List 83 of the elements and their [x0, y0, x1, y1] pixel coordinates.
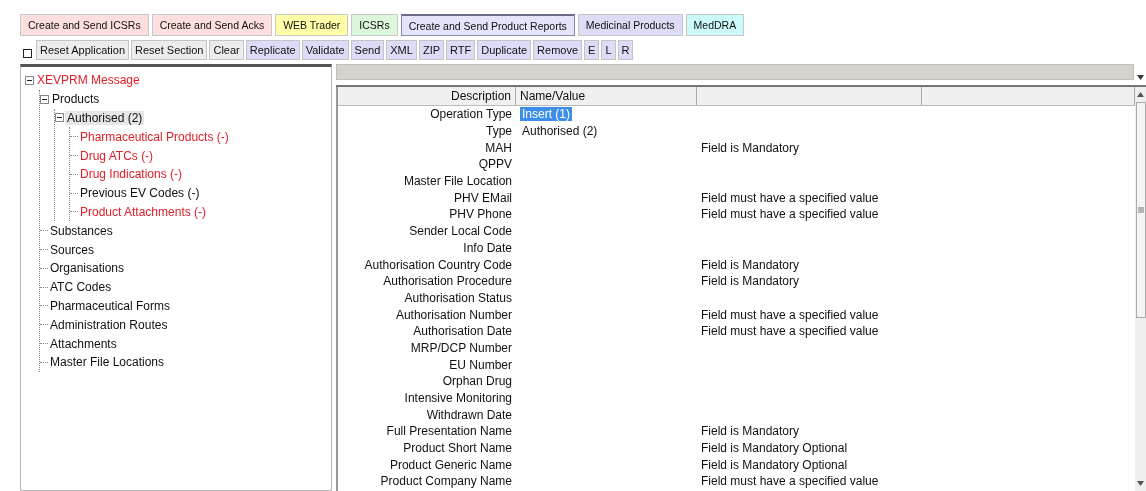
validation-message: Field must have a specified value: [701, 190, 879, 205]
field-label: Type: [486, 124, 512, 139]
field-label: EU Number: [449, 357, 512, 372]
toolbar-button[interactable]: Remove: [533, 40, 583, 60]
toolbar-button[interactable]: ZIP: [418, 40, 445, 60]
field-label: Orphan Drug: [442, 374, 512, 389]
tree-item[interactable]: Pharmaceutical Products (-): [78, 129, 231, 144]
field-label: Authorisation Number: [395, 307, 512, 322]
toolbar-button[interactable]: Replicate: [245, 40, 300, 60]
toolbar-button[interactable]: Duplicate: [477, 40, 532, 60]
field-label: QPPV: [478, 157, 512, 172]
tree-item[interactable]: Products: [50, 92, 102, 107]
validation-message: Field must have a specified value: [701, 474, 879, 489]
field-label: Operation Type: [430, 107, 512, 122]
validation-message: Field is Mandatory Optional: [701, 457, 848, 472]
column-header: Description: [338, 87, 516, 105]
tree-item[interactable]: Administration Routes: [48, 317, 170, 332]
validation-message: Field must have a specified value: [701, 207, 879, 222]
field-label: Authorisation Date: [413, 324, 512, 339]
field-label: Authorisation Status: [404, 290, 512, 305]
dropdown-arrow-icon[interactable]: [1136, 75, 1144, 80]
tree-item[interactable]: Drug ATCs (-): [78, 148, 156, 163]
tab[interactable]: ICSRs: [351, 14, 398, 36]
field-label: Authorisation Country Code: [364, 257, 512, 272]
tab[interactable]: MedDRA: [685, 14, 745, 36]
tree-item[interactable]: Product Attachments (-): [78, 204, 209, 219]
scrollbar[interactable]: [1135, 87, 1146, 491]
validation-message: Field is Mandatory: [701, 274, 800, 289]
collapse-icon[interactable]: [55, 113, 64, 123]
field-label: Full Presentation Name: [386, 424, 512, 439]
toolbar-button[interactable]: XML: [386, 40, 417, 60]
column-header: Name/Value: [516, 87, 697, 105]
tab[interactable]: Medicinal Products: [577, 14, 683, 36]
validation-message: Field is Mandatory: [701, 257, 800, 272]
field-label: Withdrawn Date: [426, 407, 512, 422]
field-label: MAH: [485, 140, 512, 155]
field-label: Product Company Name: [380, 474, 512, 489]
tab[interactable]: Create and Send Acks: [151, 14, 273, 36]
toolbar-button[interactable]: Validate: [301, 40, 349, 60]
tree-item[interactable]: XEVPRM Message: [35, 73, 142, 88]
validation-message: Field is Mandatory: [701, 424, 800, 439]
field-label: Authorisation Procedure: [383, 274, 512, 289]
tree-item[interactable]: ATC Codes: [48, 280, 114, 295]
checkbox[interactable]: [22, 49, 32, 58]
validation-message: Field must have a specified value: [701, 324, 879, 339]
tab[interactable]: Create and Send Product Reports: [400, 14, 575, 36]
validation-message: Field must have a specified value: [701, 307, 879, 322]
validation-message: Field is Mandatory: [701, 140, 800, 155]
field-label: PHV Phone: [449, 207, 512, 222]
scroll-down-icon[interactable]: [1137, 481, 1144, 486]
collapse-icon[interactable]: [40, 94, 49, 104]
toolbar-button[interactable]: R: [617, 40, 634, 60]
toolbar-button[interactable]: RTF: [446, 40, 476, 60]
field-value[interactable]: Authorised (2): [520, 124, 600, 139]
field-label: PHV EMail: [454, 190, 512, 205]
tree-item[interactable]: Substances: [48, 223, 115, 238]
tree-item[interactable]: Master File Locations: [48, 355, 167, 370]
field-label: Product Short Name: [403, 441, 512, 456]
collapse-icon[interactable]: [25, 75, 34, 85]
tree-item[interactable]: Authorised (2): [65, 111, 145, 125]
field-label: Info Date: [463, 240, 512, 255]
field-label: Intensive Monitoring: [404, 391, 512, 406]
tree-item[interactable]: Drug Indications (-): [78, 167, 185, 182]
toolbar-button[interactable]: Reset Section: [131, 40, 208, 60]
grip-icon: [1137, 206, 1144, 214]
tree-item[interactable]: Pharmaceutical Forms: [48, 298, 173, 313]
tab[interactable]: WEB Trader: [275, 14, 349, 36]
field-label: Product Generic Name: [389, 457, 512, 472]
validation-message: Field is Mandatory Optional: [701, 441, 848, 456]
tree-item[interactable]: Organisations: [48, 261, 127, 276]
toolbar-button[interactable]: Send: [350, 40, 385, 60]
field-label: MRP/DCP Number: [410, 340, 512, 355]
toolbar-button[interactable]: Clear: [209, 40, 244, 60]
field-label: Sender Local Code: [409, 224, 512, 239]
tree-item[interactable]: Sources: [48, 242, 97, 257]
tab[interactable]: Create and Send ICSRs: [20, 14, 149, 36]
toolbar-button[interactable]: E: [584, 40, 600, 60]
tree-item[interactable]: Attachments: [48, 336, 119, 351]
scroll-up-icon[interactable]: [1137, 92, 1144, 97]
toolbar-button[interactable]: Reset Application: [36, 40, 129, 60]
field-label: Master File Location: [403, 174, 512, 189]
tree-item[interactable]: Previous EV Codes (-): [78, 186, 202, 201]
toolbar-button[interactable]: L: [601, 40, 616, 60]
